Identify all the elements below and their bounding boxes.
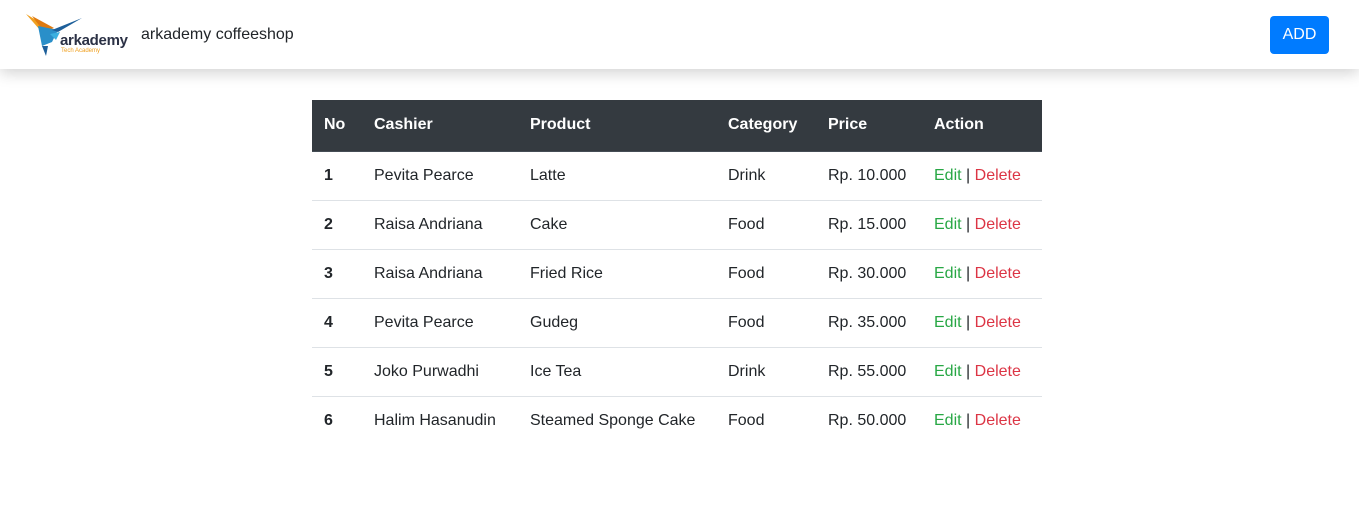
- header-action: Action: [922, 100, 1042, 152]
- edit-link[interactable]: Edit: [934, 412, 962, 429]
- action-separator: |: [966, 313, 971, 331]
- action-separator: |: [966, 166, 971, 184]
- table-row: 4 Pevita Pearce Gudeg Food Rp. 35.000 Edit | …: [312, 298, 1042, 348]
- edit-link[interactable]: Edit: [934, 216, 962, 233]
- row-number: 4: [312, 298, 362, 348]
- product-cell: Ice Tea: [518, 347, 716, 397]
- delete-link[interactable]: Delete: [975, 265, 1021, 282]
- cashier-cell: Halim Hasanudin: [374, 411, 496, 429]
- category-cell: Drink: [716, 151, 816, 201]
- header-category: Category: [716, 100, 816, 152]
- action-cell: Edit | Delete: [922, 200, 1042, 250]
- edit-link[interactable]: Edit: [934, 265, 962, 282]
- edit-link[interactable]: Edit: [934, 167, 962, 184]
- row-number: 6: [324, 411, 333, 429]
- orders-table: No Cashier Product Category Price Action…: [312, 100, 1042, 445]
- header-price: Price: [816, 100, 922, 152]
- table-row: 1 Pevita Pearce Latte Drink Rp. 10.000 Edit |…: [312, 151, 1042, 201]
- table-row: 5 Joko Purwadhi Ice Tea Drink Rp. 55.000 Edit…: [312, 347, 1042, 397]
- action-separator: |: [966, 362, 971, 380]
- price-cell: Rp. 30.000: [816, 249, 922, 299]
- category-cell: Food: [716, 298, 816, 348]
- table-row: 6 Halim Hasanudin Steamed Sponge Cake Food R…: [312, 396, 1042, 445]
- price-cell: Rp. 50.000: [828, 411, 907, 429]
- cashier-cell: Raisa Andriana: [362, 200, 518, 250]
- category-cell: Drink: [716, 347, 816, 397]
- table-row: 3 Raisa Andriana Fried Rice Food Rp. 30.000 E…: [312, 249, 1042, 299]
- row-number: 5: [312, 347, 362, 397]
- delete-link[interactable]: Delete: [975, 363, 1021, 380]
- action-cell: Edit | Delete: [922, 298, 1042, 348]
- action-cell: Edit | Delete: [922, 347, 1042, 397]
- action-cell: Edit | Delete: [922, 249, 1042, 299]
- header-cashier: Cashier: [362, 100, 518, 152]
- delete-link[interactable]: Delete: [975, 216, 1021, 233]
- action-separator: |: [966, 411, 971, 429]
- logo-subtext: Tech Academy: [61, 48, 101, 54]
- table-row: 2 Raisa Andriana Cake Food Rp. 15.000 Edit | …: [312, 200, 1042, 250]
- price-cell: Rp. 15.000: [816, 200, 922, 250]
- price-cell: Rp. 35.000: [816, 298, 922, 348]
- cashier-cell: Pevita Pearce: [362, 151, 518, 201]
- brand-title[interactable]: arkademy coffeeshop: [141, 26, 294, 44]
- arkademy-logo[interactable]: arkademy Tech Academy: [24, 12, 128, 58]
- row-number: 3: [312, 249, 362, 299]
- cashier-cell: Raisa Andriana: [362, 249, 518, 299]
- edit-link[interactable]: Edit: [934, 363, 962, 380]
- edit-link[interactable]: Edit: [934, 314, 962, 331]
- category-cell: Food: [716, 200, 816, 250]
- product-cell: Latte: [518, 151, 716, 201]
- add-button[interactable]: ADD: [1270, 16, 1329, 54]
- action-cell: Edit | Delete: [922, 151, 1042, 201]
- product-cell: Steamed Sponge Cake: [530, 411, 696, 429]
- action-cell: Edit | Delete: [922, 396, 1042, 445]
- delete-link[interactable]: Delete: [975, 412, 1021, 429]
- product-cell: Cake: [518, 200, 716, 250]
- row-number: 1: [312, 151, 362, 201]
- delete-link[interactable]: Delete: [975, 167, 1021, 184]
- category-cell: Food: [728, 411, 765, 429]
- action-separator: |: [966, 215, 971, 233]
- price-cell: Rp. 55.000: [816, 347, 922, 397]
- category-cell: Food: [716, 249, 816, 299]
- navbar: arkademy Tech Academy arkademy coffeesho…: [0, 0, 1359, 69]
- product-cell: Gudeg: [518, 298, 716, 348]
- price-cell: Rp. 10.000: [816, 151, 922, 201]
- cashier-cell: Joko Purwadhi: [362, 347, 518, 397]
- cashier-cell: Pevita Pearce: [362, 298, 518, 348]
- header-product: Product: [518, 100, 716, 152]
- logo-text: arkademy: [60, 32, 128, 49]
- action-separator: |: [966, 264, 971, 282]
- table-header-row: No Cashier Product Category Price Action: [312, 100, 1042, 152]
- product-cell: Fried Rice: [518, 249, 716, 299]
- delete-link[interactable]: Delete: [975, 314, 1021, 331]
- row-number: 2: [312, 200, 362, 250]
- header-no: No: [312, 100, 362, 152]
